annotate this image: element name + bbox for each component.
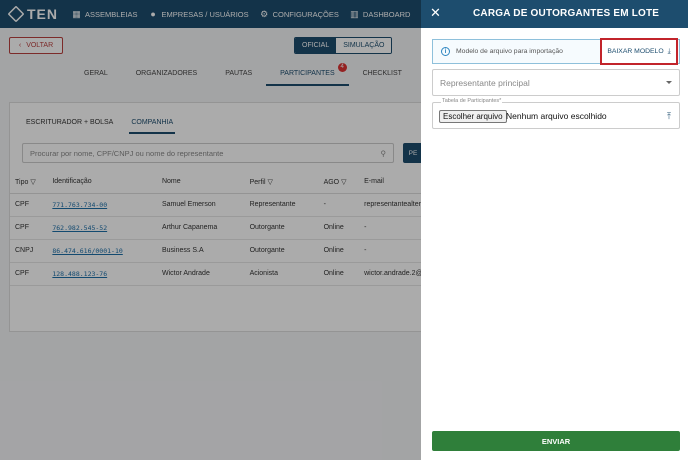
panel-title: CARGA DE OUTORGANTES EM LOTE [473,8,660,19]
download-template-button[interactable]: BAIXAR MODELO ⤓ [600,38,678,65]
caret-down-icon [666,81,672,84]
download-icon: ⤓ [667,47,671,55]
template-info-text: Modelo de arquivo para importação [456,48,563,55]
file-field-label: Tabela de Participantes* [441,98,503,104]
principal-representative-select[interactable]: Representante principal [432,69,680,96]
bulk-upload-panel: ✕ CARGA DE OUTORGANTES EM LOTE i Modelo … [421,0,688,460]
participants-file-field: Tabela de Participantes* Escolher arquiv… [432,98,680,129]
select-placeholder: Representante principal [440,77,530,88]
panel-header: ✕ CARGA DE OUTORGANTES EM LOTE [421,0,688,28]
template-info-box: i Modelo de arquivo para importação BAIX… [432,38,680,65]
choose-file-button[interactable]: Escolher arquivo [439,110,507,123]
submit-button[interactable]: ENVIAR [432,431,680,451]
info-icon: i [441,47,450,56]
no-file-text: Nenhum arquivo escolhido [506,111,607,121]
upload-icon[interactable]: ⤒ [667,111,671,122]
close-icon[interactable]: ✕ [430,6,441,20]
modal-backdrop[interactable] [0,0,421,460]
